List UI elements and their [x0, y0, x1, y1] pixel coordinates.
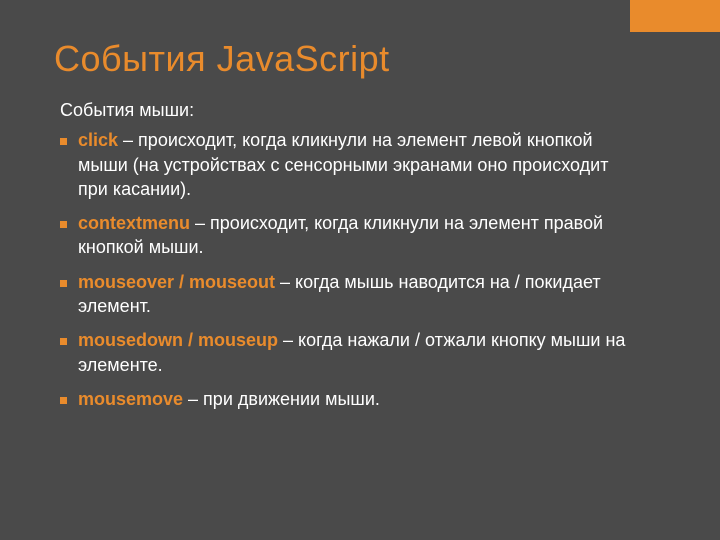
event-name: click	[78, 130, 118, 150]
event-desc: – при движении мыши.	[183, 389, 380, 409]
event-name: contextmenu	[78, 213, 190, 233]
event-desc: – происходит, когда кликнули на элемент …	[78, 130, 608, 199]
event-name: mouseover / mouseout	[78, 272, 275, 292]
event-name: mousedown / mouseup	[78, 330, 278, 350]
list-item: contextmenu – происходит, когда кликнули…	[60, 211, 640, 260]
accent-block	[630, 0, 720, 32]
slide-title: События JavaScript	[54, 38, 390, 80]
slide-body: События мыши: click – происходит, когда …	[60, 98, 640, 421]
list-item: click – происходит, когда кликнули на эл…	[60, 128, 640, 201]
slide: События JavaScript События мыши: click –…	[0, 0, 720, 540]
intro-text: События мыши:	[60, 98, 640, 122]
list-item: mouseover / mouseout – когда мышь наводи…	[60, 270, 640, 319]
event-name: mousemove	[78, 389, 183, 409]
list-item: mousemove – при движении мыши.	[60, 387, 640, 411]
bullet-list: click – происходит, когда кликнули на эл…	[60, 128, 640, 411]
list-item: mousedown / mouseup – когда нажали / отж…	[60, 328, 640, 377]
